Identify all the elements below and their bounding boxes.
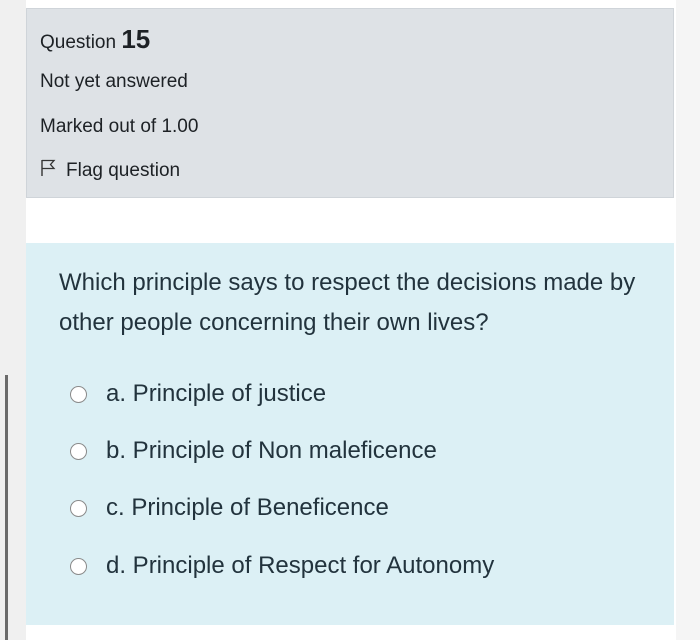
question-text: Which principle says to respect the deci… (59, 269, 636, 336)
answer-label-a: a. Principle of justice (106, 380, 327, 407)
question-grade: Marked out of 1.00 (40, 116, 199, 137)
answer-radio-d[interactable] (70, 557, 87, 575)
scrollbar[interactable] (5, 375, 8, 640)
answer-option-b[interactable]: b. Principle of Non maleficence (70, 437, 437, 465)
question-info-panel: Question 15 Not yet answered Marked out … (26, 8, 674, 198)
answer-option-d[interactable]: d. Principle of Respect for Autonomy (70, 552, 494, 580)
page-right-margin (676, 0, 700, 640)
answer-label-c: c. Principle of Beneficence (106, 494, 389, 521)
answer-radio-a[interactable] (70, 385, 87, 403)
question-heading: Question 15 (40, 24, 150, 55)
flag-question-button[interactable]: Flag question (40, 159, 180, 183)
flag-question-label: Flag question (66, 160, 181, 181)
question-state: Not yet answered (40, 71, 188, 92)
answer-label-b: b. Principle of Non maleficence (106, 437, 437, 464)
answer-label-d: d. Principle of Respect for Autonomy (106, 552, 495, 579)
answer-option-a[interactable]: a. Principle of justice (70, 380, 326, 408)
answer-radio-b[interactable] (70, 442, 87, 460)
page-left-margin (0, 0, 26, 640)
flag-icon (40, 159, 66, 183)
answer-option-c[interactable]: c. Principle of Beneficence (70, 494, 389, 522)
answer-radio-c[interactable] (70, 499, 87, 517)
question-number: 15 (121, 24, 151, 54)
question-label: Question (40, 32, 117, 53)
question-formulation: Which principle says to respect the deci… (26, 243, 674, 625)
